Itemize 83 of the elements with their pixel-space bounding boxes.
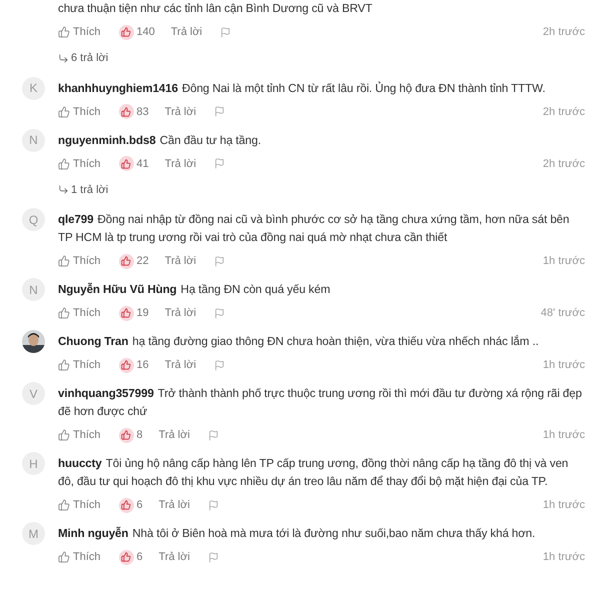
timestamp: 1h trước [542, 551, 585, 563]
like-count: 83 [136, 106, 149, 118]
like-button[interactable]: Thích [58, 26, 101, 38]
avatar: Q [22, 208, 45, 231]
reply-button[interactable]: Trả lời [164, 106, 196, 118]
timestamp: 1h trước [542, 359, 585, 371]
thumbs-up-icon [118, 550, 134, 564]
thumbs-up-icon [118, 254, 134, 268]
like-button[interactable]: Thích [58, 307, 101, 319]
timestamp: 1h trước [542, 255, 585, 267]
like-count: 6 [136, 499, 143, 511]
flag-icon[interactable] [214, 308, 226, 318]
avatar: H [22, 452, 45, 475]
avatar: M [22, 522, 45, 545]
thumbs-up-icon [58, 551, 70, 563]
comment-text: khanhhuynghiem1416 Đông Nai là một tỉnh CN từ rất lâu rồi. Ủng hộ đưa ĐN thành tỉnh TTTW. [58, 80, 546, 96]
replies-link[interactable]: 6 trả lời [58, 49, 108, 67]
flag-icon[interactable] [220, 26, 232, 38]
reply-button[interactable]: Trả lời [158, 499, 190, 511]
comment-text: Minh nguyễn Nhà tôi ở Biên hoà mà mưa tới là đường như suối,bao năm chưa thấy khá hơn. [58, 526, 536, 542]
reply-button[interactable]: Trả lời [164, 158, 196, 170]
like-button[interactable]: Thích [58, 551, 101, 563]
thumbs-up-icon [58, 158, 70, 170]
reply-button[interactable]: Trả lời [164, 359, 196, 371]
timestamp: 2h trước [542, 106, 585, 118]
thumbs-up-icon [118, 498, 134, 512]
thumbs-up-icon [58, 26, 70, 38]
flag-icon[interactable] [208, 500, 219, 510]
like-button[interactable]: Thích [58, 499, 101, 511]
thumbs-up-icon [58, 307, 70, 319]
flag-icon[interactable] [214, 360, 226, 370]
reply-button[interactable]: Trả lời [164, 307, 196, 319]
timestamp: 1h trước [542, 499, 585, 511]
like-count: 22 [136, 255, 149, 267]
like-button[interactable]: Thích [58, 255, 101, 267]
reply-button[interactable]: Trả lời [164, 255, 196, 267]
reply-button[interactable]: Trả lời [158, 551, 190, 563]
flag-icon[interactable] [214, 256, 226, 266]
comment-text: vinhquang357999 Trở thành thành phố trực thuộc trung ương rồi thì mới đầu tư đường xá rộng rãi đẹp đẽ hơn được chứ [58, 386, 583, 420]
comment-text: huuccty Tôi ủng hộ nâng cấp hàng lên TP cấp trung ương, đồng thời nâng cấp hạ tầng đô thị và ven đô, đầu tư qui hoạch đô thị khu vực nhiều dự án treo lâu năm để thay đổi bộ mặt hiện đại của TP. [58, 456, 570, 490]
reply-arrow-icon [58, 184, 69, 195]
reply-button[interactable]: Trả lời [170, 26, 202, 38]
like-count: 16 [136, 359, 149, 371]
like-count: 19 [136, 307, 149, 319]
reply-arrow-icon [58, 52, 69, 64]
like-button[interactable]: Thích [58, 359, 101, 371]
like-count: 8 [136, 429, 143, 441]
thumbs-up-icon [118, 156, 134, 171]
reply-button[interactable]: Trả lời [158, 429, 190, 441]
thumbs-up-icon [118, 24, 134, 40]
avatar: V [22, 382, 45, 405]
timestamp: 2h trước [542, 26, 585, 38]
timestamp: 2h trước [542, 158, 585, 170]
like-button[interactable]: Thích [58, 106, 101, 118]
comment-text: Chuong Tran hạ tầng đường giao thông ĐN chưa hoàn thiện, vừa thiếu vừa nhếch nhác lắm .. [58, 334, 540, 350]
timestamp: 1h trước [542, 429, 585, 441]
thumbs-up-icon [58, 499, 70, 511]
avatar: N [22, 128, 45, 152]
thumbs-up-icon [118, 358, 134, 372]
like-button[interactable]: Thích [58, 429, 101, 441]
like-count: 140 [136, 26, 155, 38]
thumbs-up-icon [118, 104, 134, 119]
avatar: N [22, 278, 45, 301]
thumbs-up-icon [118, 306, 134, 320]
flag-icon[interactable] [214, 106, 226, 117]
replies-link[interactable]: 1 trả lời [58, 180, 108, 198]
flag-icon[interactable] [208, 552, 219, 562]
comment-text: qle799 Đồng nai nhập từ đồng nai cũ và bình phước cơ sở hạ tầng chưa xứng tầm, hơn nữa sát bên TP HCM là tp trung ương rồi vai trò của đồng nai quá mờ nhạt chưa cần thiết [58, 212, 570, 246]
like-button[interactable]: Thích [58, 158, 101, 170]
thumbs-up-icon [58, 429, 70, 441]
thumbs-up-icon [118, 428, 134, 442]
like-count: 6 [136, 551, 143, 563]
like-count: 41 [136, 158, 149, 170]
comment-text: Nguyễn Hữu Vũ Hùng Hạ tầng ĐN còn quá yếu kém [58, 282, 332, 298]
timestamp: 48' trước [540, 307, 585, 319]
avatar: K [22, 76, 45, 100]
flag-icon[interactable] [208, 430, 219, 440]
thumbs-up-icon [58, 255, 70, 267]
flag-icon[interactable] [214, 158, 226, 169]
comment-text: chưa thuận tiện như các tỉnh lân cận Bình Dương cũ và BRVT [58, 1, 374, 17]
thumbs-up-icon [58, 359, 70, 371]
thumbs-up-icon [58, 106, 70, 118]
comment-text: nguyenminh.bds8 Cần đầu tư hạ tầng. [58, 132, 262, 148]
